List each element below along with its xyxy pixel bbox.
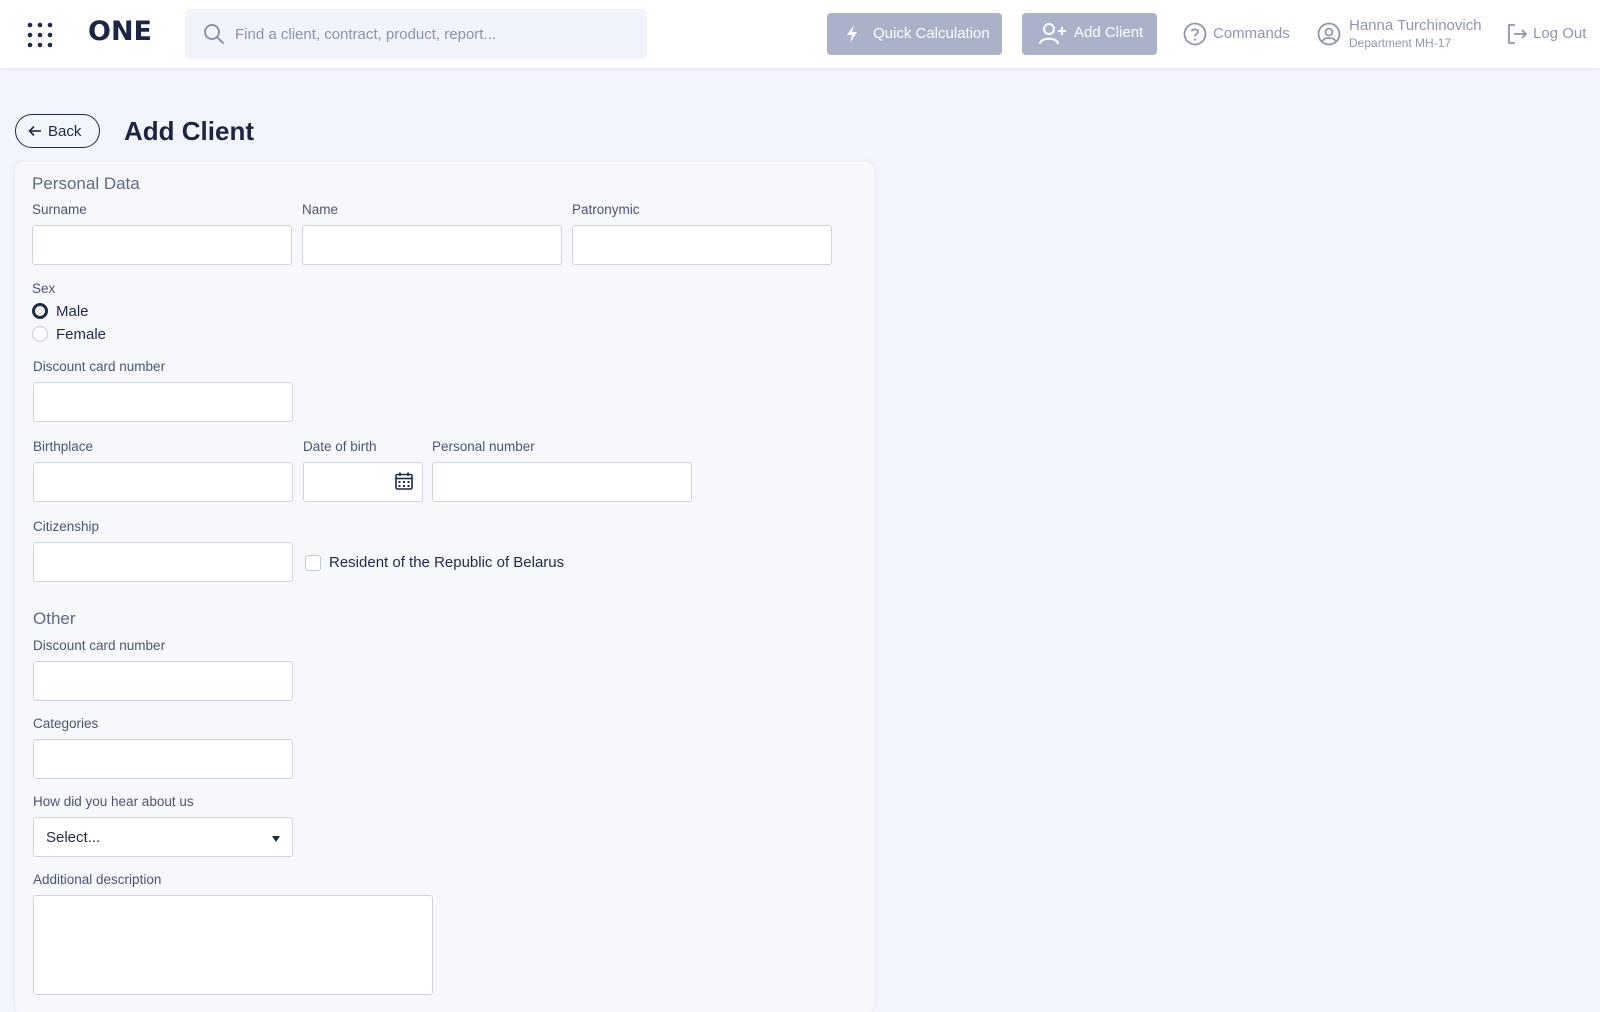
- resident-label: Resident of the Republic of Belarus: [329, 554, 565, 571]
- categories-input[interactable]: [33, 739, 293, 779]
- user-circle-icon: [1317, 22, 1341, 46]
- add-user-icon: [1039, 23, 1066, 45]
- other-discount-card-label: Discount card number: [33, 638, 166, 653]
- sex-radio-female[interactable]: Female: [32, 324, 106, 344]
- name-input[interactable]: [302, 225, 562, 265]
- commands-link[interactable]: Commands: [1183, 19, 1293, 49]
- arrow-left-icon: [28, 125, 41, 137]
- citizenship-label: Citizenship: [33, 519, 100, 534]
- hear-about-select[interactable]: Select...: [33, 817, 293, 857]
- date-of-birth-picker: [303, 462, 423, 502]
- chevron-down-icon: [272, 836, 280, 842]
- add-client-button[interactable]: Add Client: [1022, 13, 1157, 55]
- logout-link[interactable]: Log Out: [1506, 19, 1596, 49]
- question-circle-icon: [1183, 22, 1207, 46]
- user-profile[interactable]: Hanna Turchinovich Department MH-17: [1317, 16, 1487, 52]
- resident-checkbox-row[interactable]: Resident of the Republic of Belarus: [305, 554, 564, 571]
- back-button[interactable]: Back: [15, 114, 100, 148]
- radio-male-indicator[interactable]: [32, 303, 48, 319]
- radio-female-label: Female: [56, 325, 107, 343]
- discount-card-label: Discount card number: [33, 359, 166, 374]
- radio-female-indicator[interactable]: [32, 326, 48, 342]
- search-icon: [204, 24, 224, 44]
- add-client-form: Personal Data Surname Name Patronymic Se…: [15, 162, 874, 1012]
- sex-label: Sex: [32, 281, 56, 296]
- back-label: Back: [48, 123, 82, 140]
- categories-label: Categories: [33, 716, 99, 731]
- other-discount-card-input[interactable]: [33, 661, 293, 701]
- date-of-birth-label: Date of birth: [303, 439, 377, 454]
- radio-male-label: Male: [56, 302, 89, 320]
- calendar-icon[interactable]: [394, 471, 414, 491]
- personal-number-input[interactable]: [432, 462, 692, 502]
- birthplace-input[interactable]: [33, 462, 293, 502]
- discount-card-input[interactable]: [33, 382, 293, 422]
- birthplace-label: Birthplace: [33, 439, 94, 454]
- page-title: Add Client: [124, 116, 254, 146]
- search-bar: [185, 9, 647, 59]
- commands-label: Commands: [1213, 25, 1290, 42]
- user-department: Department MH-17: [1349, 36, 1452, 50]
- personal-data-title: Personal Data: [32, 174, 140, 193]
- additional-description-textarea[interactable]: [33, 895, 433, 995]
- add-client-label: Add Client: [1074, 24, 1144, 41]
- resident-checkbox[interactable]: [305, 554, 321, 571]
- other-title: Other: [33, 609, 76, 628]
- lightning-icon: [847, 25, 857, 43]
- quick-calculation-button[interactable]: Quick Calculation: [827, 13, 1002, 55]
- surname-input[interactable]: [32, 225, 292, 265]
- sex-radio-male[interactable]: Male: [32, 301, 89, 321]
- citizenship-input[interactable]: [33, 542, 293, 582]
- apps-grid-icon[interactable]: [27, 22, 53, 48]
- top-bar: ONE Quick Calculation Add Client Command…: [0, 0, 1600, 68]
- app-logo[interactable]: ONE: [88, 16, 152, 47]
- patronymic-input[interactable]: [572, 225, 832, 265]
- surname-label: Surname: [32, 202, 87, 217]
- hear-about-value: Select...: [46, 829, 101, 846]
- user-name: Hanna Turchinovich: [1349, 17, 1482, 34]
- name-label: Name: [302, 202, 339, 217]
- search-input[interactable]: [235, 9, 635, 59]
- additional-description-label: Additional description: [33, 872, 162, 887]
- quick-calculation-label: Quick Calculation: [873, 25, 990, 42]
- personal-number-label: Personal number: [432, 439, 535, 454]
- logout-icon: [1508, 24, 1528, 44]
- hear-about-label: How did you hear about us: [33, 794, 194, 809]
- logout-label: Log Out: [1533, 25, 1587, 42]
- patronymic-label: Patronymic: [572, 202, 640, 217]
